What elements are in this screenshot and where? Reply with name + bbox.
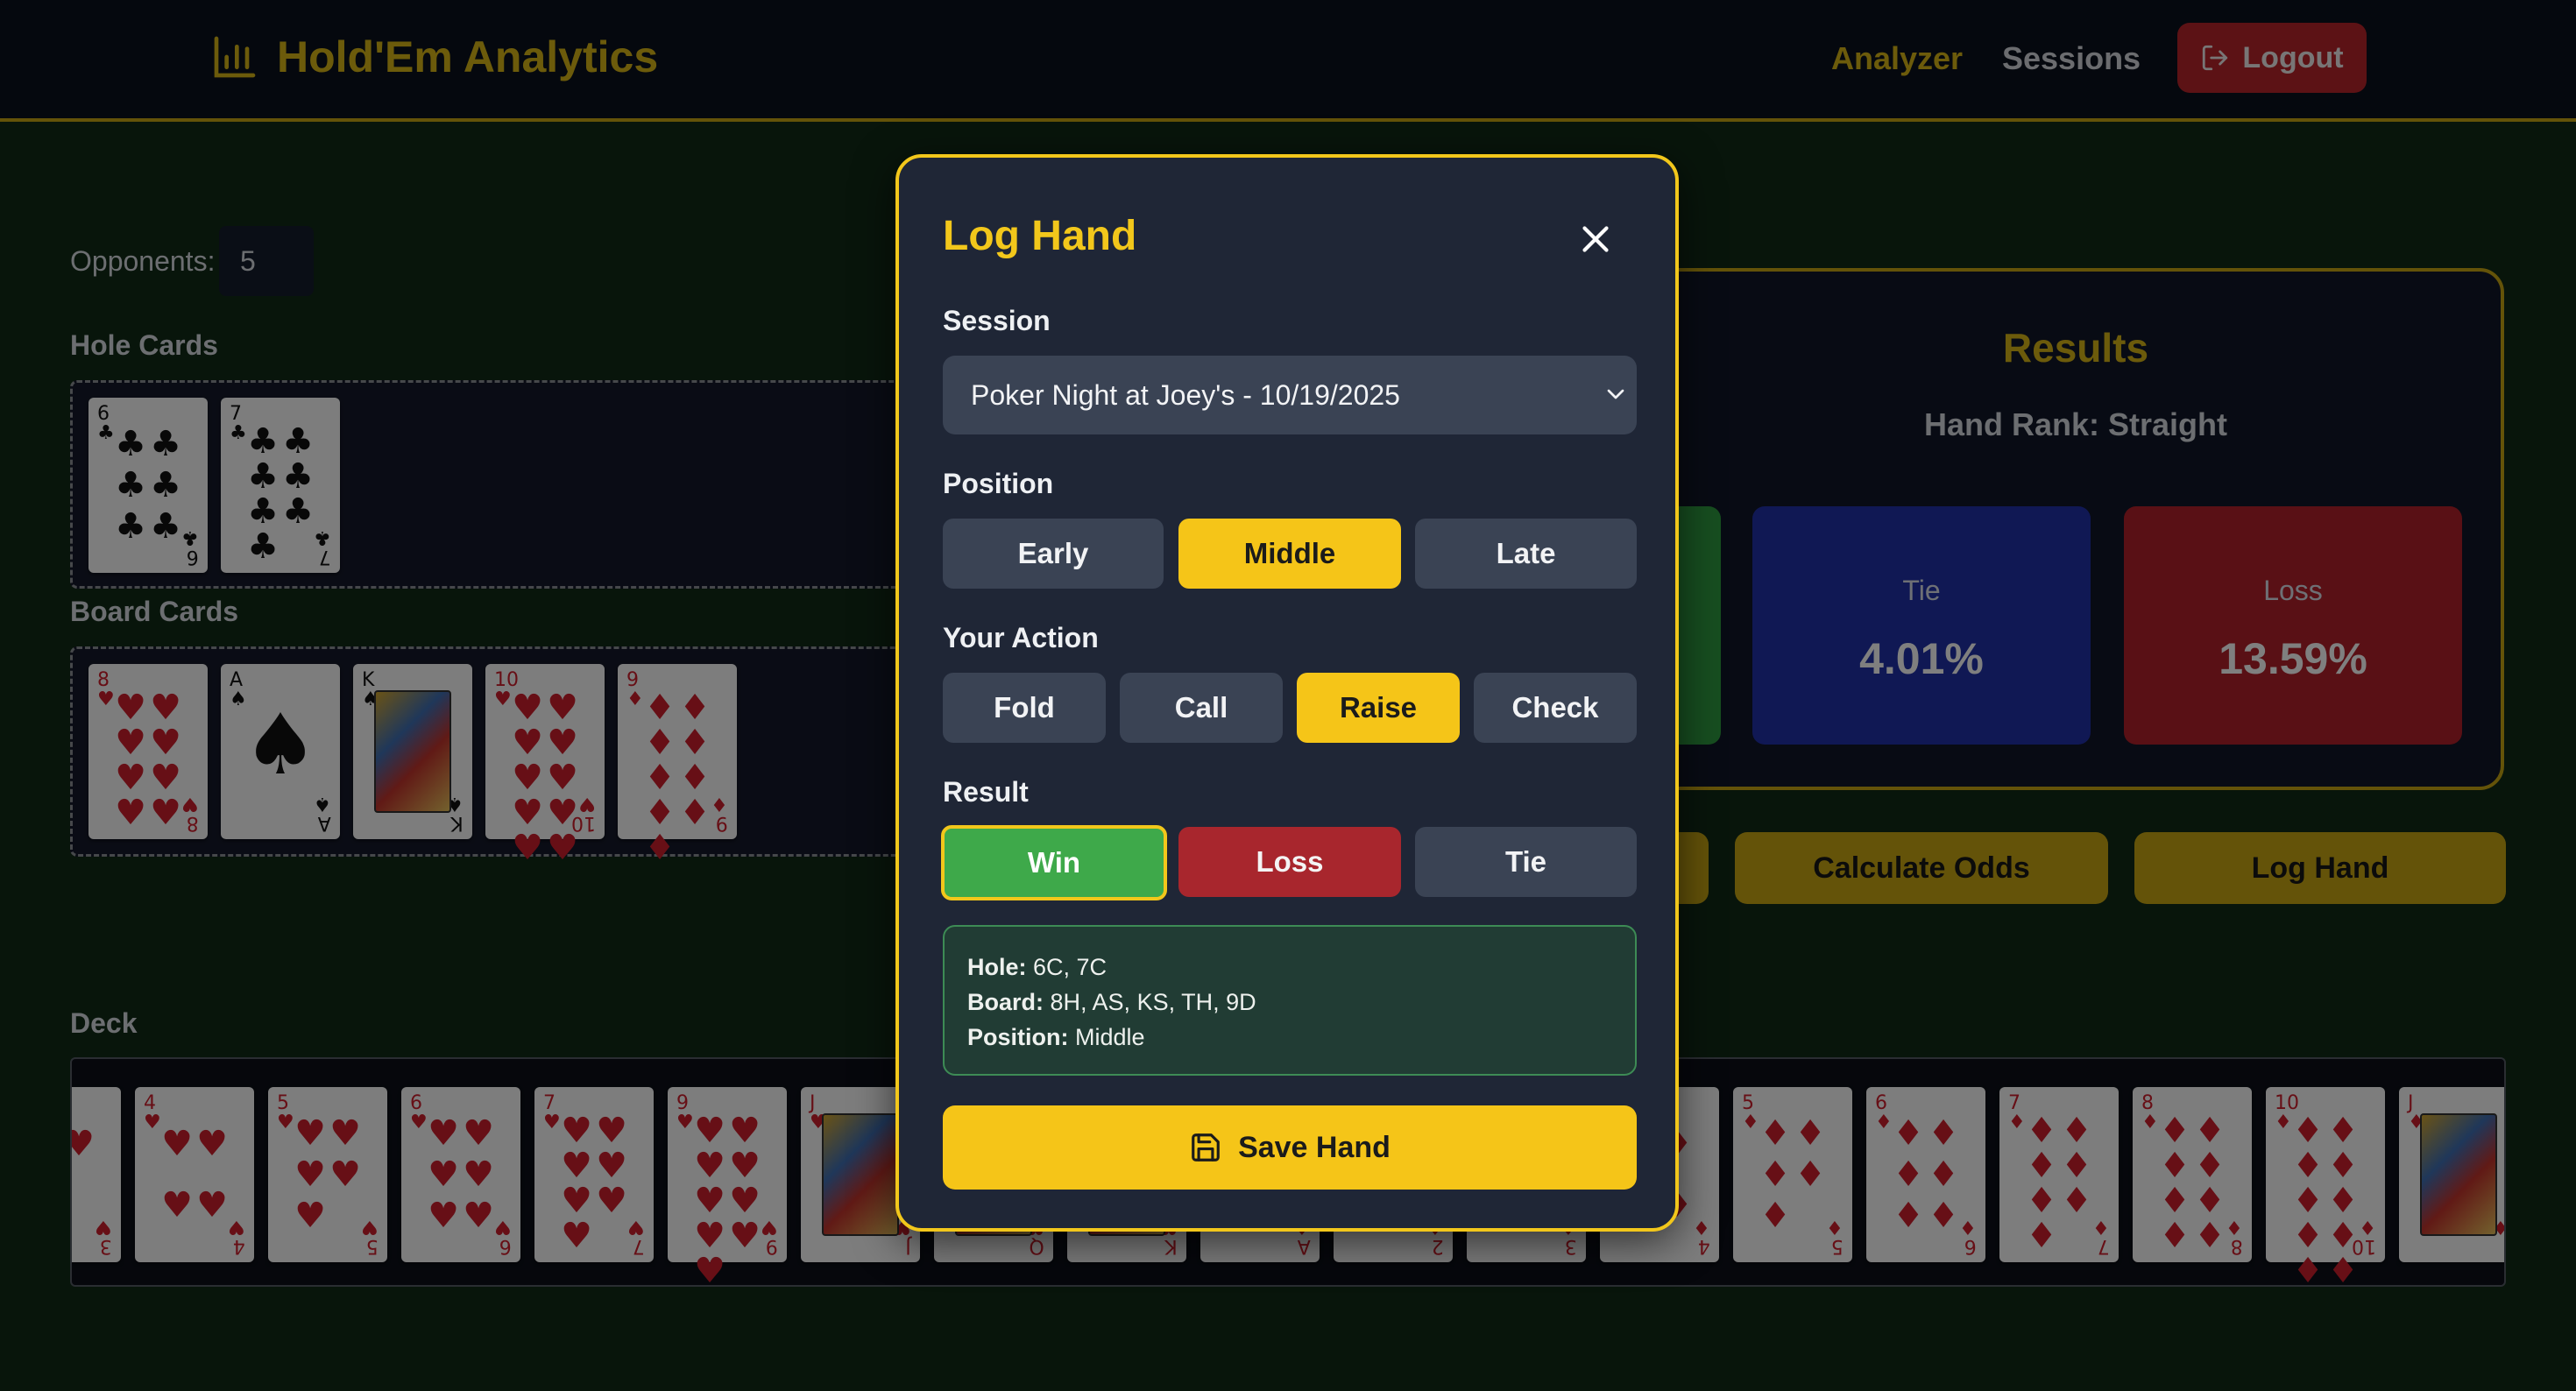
summary-position-label: Position: <box>967 1024 1069 1050</box>
log-hand-modal: Log Hand Session Poker Night at Joey's -… <box>895 154 1679 1232</box>
session-select[interactable]: Poker Night at Joey's - 10/19/2025 <box>943 356 1637 434</box>
summary-position-row: Position: Middle <box>967 1020 1612 1055</box>
save-hand-button[interactable]: Save Hand <box>943 1105 1637 1190</box>
save-icon <box>1192 1133 1220 1162</box>
action-check-button[interactable]: Check <box>1474 673 1637 743</box>
action-label: Your Action <box>943 622 1099 653</box>
position-late-button[interactable]: Late <box>1415 519 1637 589</box>
chevron-down-icon <box>1607 389 1624 399</box>
result-label: Result <box>943 776 1029 808</box>
summary-hole-label: Hole: <box>967 954 1027 980</box>
position-middle-button[interactable]: Middle <box>1178 519 1401 589</box>
action-call-button[interactable]: Call <box>1120 673 1283 743</box>
summary-board-label: Board: <box>967 989 1044 1015</box>
result-tie-button[interactable]: Tie <box>1415 827 1637 897</box>
summary-hole-value: 6C, 7C <box>1033 954 1108 980</box>
hand-summary: Hole: 6C, 7C Board: 8H, AS, KS, TH, 9D P… <box>943 925 1637 1076</box>
close-button[interactable] <box>1574 217 1617 261</box>
session-label: Session <box>943 305 1051 336</box>
summary-position-value: Middle <box>1075 1024 1145 1050</box>
save-hand-label: Save Hand <box>1238 1130 1391 1164</box>
modal-title: Log Hand <box>943 213 1137 259</box>
summary-board-value: 8H, AS, KS, TH, 9D <box>1050 989 1256 1015</box>
session-select-value: Poker Night at Joey's - 10/19/2025 <box>971 378 1400 411</box>
summary-hole-row: Hole: 6C, 7C <box>967 950 1612 985</box>
position-label: Position <box>943 468 1054 499</box>
close-icon <box>1582 226 1609 252</box>
action-fold-button[interactable]: Fold <box>943 673 1106 743</box>
position-early-button[interactable]: Early <box>943 519 1164 589</box>
summary-board-row: Board: 8H, AS, KS, TH, 9D <box>967 985 1612 1020</box>
result-loss-button[interactable]: Loss <box>1178 827 1401 897</box>
result-win-button[interactable]: Win <box>941 825 1167 900</box>
action-raise-button[interactable]: Raise <box>1297 673 1460 743</box>
